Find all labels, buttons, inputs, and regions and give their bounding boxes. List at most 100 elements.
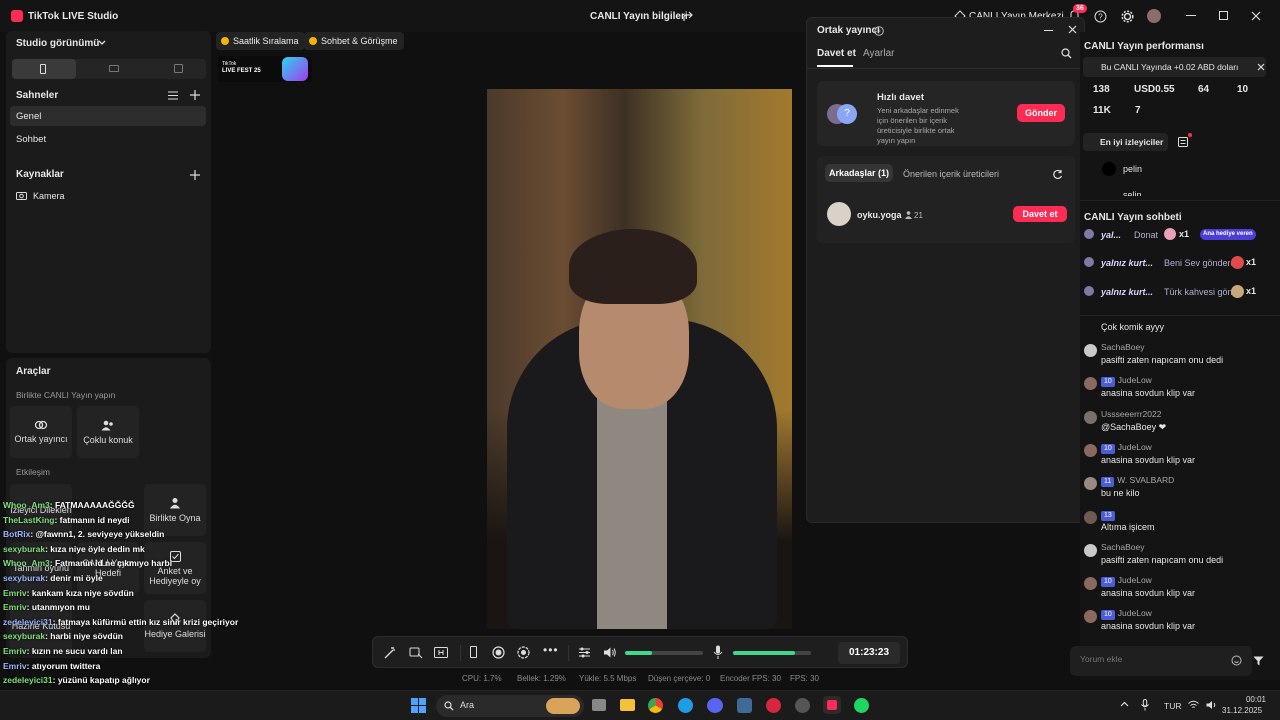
tiktok-live-taskbar-icon[interactable] xyxy=(823,696,841,714)
friend-name: oyku.yoga xyxy=(857,210,902,220)
mic-slider[interactable] xyxy=(733,651,811,655)
avatar[interactable] xyxy=(1147,9,1161,23)
microphone-icon[interactable] xyxy=(713,645,723,660)
audio-mixer-icon[interactable] xyxy=(578,646,591,659)
friends-tab[interactable]: Arkadaşlar (1) xyxy=(825,164,893,182)
cohost-tool-button[interactable]: Ortak yayıncı xyxy=(10,406,72,458)
minimize-icon[interactable] xyxy=(1186,15,1196,16)
settings-gear-icon[interactable] xyxy=(1121,10,1134,23)
steam-icon[interactable] xyxy=(737,698,752,713)
search-icon[interactable] xyxy=(1061,48,1072,59)
chat-meet-chip[interactable]: Sohbet & Görüşme xyxy=(304,32,404,50)
invite-friend-button[interactable]: Davet et xyxy=(1013,206,1067,222)
chrome-icon[interactable] xyxy=(648,698,663,713)
chat-message-text: pasifti zaten napıcam onu dedi xyxy=(1101,554,1224,565)
maximize-icon[interactable] xyxy=(1219,11,1228,20)
person-hair xyxy=(569,229,697,304)
record-icon[interactable] xyxy=(492,646,505,659)
engagement-title: Etkileşim xyxy=(16,467,51,477)
dismiss-banner-icon[interactable] xyxy=(1257,63,1265,71)
overlay-chat-user: Emriv xyxy=(3,587,27,598)
stat-earnings: USD0.55 xyxy=(1134,84,1175,95)
microphone-icon[interactable] xyxy=(1141,699,1149,711)
live-info-title[interactable]: CANLI Yayın bilgileri xyxy=(590,11,688,22)
sources-title: Kaynaklar xyxy=(16,169,64,180)
comment-input-box[interactable] xyxy=(1070,646,1252,676)
overlay-chat-line: Whoo_Am3: FATMAAAAAĞĞĞĞ xyxy=(3,500,135,510)
fest-logo-icon xyxy=(282,57,308,81)
chevron-down-icon[interactable] xyxy=(98,40,106,46)
scene-item-sohbet[interactable]: Sohbet xyxy=(16,134,46,145)
effects-icon[interactable] xyxy=(409,646,423,660)
tab-invite[interactable]: Davet et xyxy=(817,48,856,59)
question-avatar-icon: ? xyxy=(837,104,857,124)
volume-icon[interactable] xyxy=(603,646,617,659)
add-scene-icon[interactable] xyxy=(190,90,200,100)
add-source-icon[interactable] xyxy=(190,170,200,180)
emoji-icon[interactable] xyxy=(1231,655,1242,666)
tools-title: Araçlar xyxy=(16,366,51,377)
multi-guest-button[interactable]: Çoklu konuk xyxy=(77,406,139,458)
hourly-ranking-label: Saatlik Sıralama xyxy=(233,36,299,46)
dual-layout-icon[interactable] xyxy=(174,64,183,73)
magic-wand-icon[interactable] xyxy=(383,646,397,660)
taskbar-search[interactable]: Ara xyxy=(436,695,584,717)
overlay-chat-user: Whoo_Am3 xyxy=(3,558,50,569)
viewers-list-icon[interactable] xyxy=(1178,137,1188,147)
scene-item-genel[interactable]: Genel xyxy=(10,106,206,126)
language-indicator[interactable]: TUR xyxy=(1164,701,1181,711)
divider xyxy=(460,645,461,661)
source-item-camera[interactable]: Kamera xyxy=(33,191,65,201)
discord-icon[interactable] xyxy=(707,698,723,713)
close-modal-icon[interactable] xyxy=(1068,25,1077,34)
chat-message-text: anasina sovdun klip var xyxy=(1101,454,1196,465)
wifi-icon[interactable] xyxy=(1188,700,1199,710)
share-icon[interactable] xyxy=(682,11,694,23)
top-viewers-button[interactable]: En iyi izleyiciler xyxy=(1083,133,1168,151)
top-gifter-badge: Ana hediye veren xyxy=(1200,229,1256,240)
tab-settings[interactable]: Ayarlar xyxy=(863,48,895,59)
comment-input[interactable] xyxy=(1080,654,1220,664)
edge-icon[interactable] xyxy=(678,698,693,713)
chevron-up-icon[interactable] xyxy=(1120,701,1129,707)
file-explorer-icon[interactable] xyxy=(620,699,635,711)
send-button[interactable]: Gönder xyxy=(1017,104,1065,122)
filter-icon[interactable] xyxy=(1253,656,1264,666)
more-options-icon[interactable]: ••• xyxy=(543,643,559,657)
hourly-ranking-chip[interactable]: Saatlik Sıralama xyxy=(216,32,305,50)
cohost-tool-label: Ortak yayıncı xyxy=(14,434,68,444)
gift-name: Beni Sev gönderdi xyxy=(1164,258,1238,268)
overlay-chat-user: sexyburak xyxy=(3,573,46,583)
volume-slider[interactable] xyxy=(625,651,703,655)
badge-line2: LIVE FEST 25 xyxy=(222,68,261,74)
help-icon[interactable]: ? xyxy=(1094,10,1107,23)
task-view-icon[interactable] xyxy=(592,699,606,711)
app-icon[interactable] xyxy=(795,698,810,713)
portrait-layout-button[interactable] xyxy=(12,59,76,79)
suggested-tab[interactable]: Önerilen içerik üreticileri xyxy=(903,169,999,179)
close-icon[interactable] xyxy=(1251,11,1261,21)
replay-icon[interactable] xyxy=(517,646,530,659)
chat-user-line: 13 xyxy=(1101,509,1118,521)
minimize-modal-icon[interactable] xyxy=(1044,30,1053,31)
landscape-layout-icon[interactable] xyxy=(109,65,119,72)
chat-avatar xyxy=(1084,443,1097,457)
coin-icon xyxy=(309,37,317,45)
refresh-icon[interactable] xyxy=(1052,169,1063,180)
layout-icon[interactable] xyxy=(434,646,448,659)
clock-time[interactable]: 00:01 xyxy=(1230,695,1266,704)
overlay-chat-text: : @fawnn1, 2. seviyeye yükseldin xyxy=(30,529,165,540)
overlay-chat-line: Emriv: kankam kıza niye sövdün xyxy=(3,588,134,598)
opera-icon[interactable] xyxy=(766,698,781,713)
overlay-chat-text: : Fatmanın id ne çıkmıyo harbi xyxy=(49,558,173,569)
spotify-icon[interactable] xyxy=(854,698,869,713)
speaker-icon[interactable] xyxy=(1206,700,1218,710)
phone-icon[interactable] xyxy=(470,646,477,658)
overlay-chat-text: : fatmanın id neydi xyxy=(54,514,130,525)
clock-date[interactable]: 31.12.2025 xyxy=(1222,706,1262,715)
info-icon[interactable]: ? xyxy=(874,26,884,36)
windows-start-icon[interactable] xyxy=(411,698,426,713)
list-icon[interactable] xyxy=(168,91,178,100)
studio-view-dropdown[interactable]: Studio görünümü xyxy=(16,38,99,49)
quick-invite-card: ? Hızlı davet Yeni arkadaşlar edinmek iç… xyxy=(817,81,1075,146)
